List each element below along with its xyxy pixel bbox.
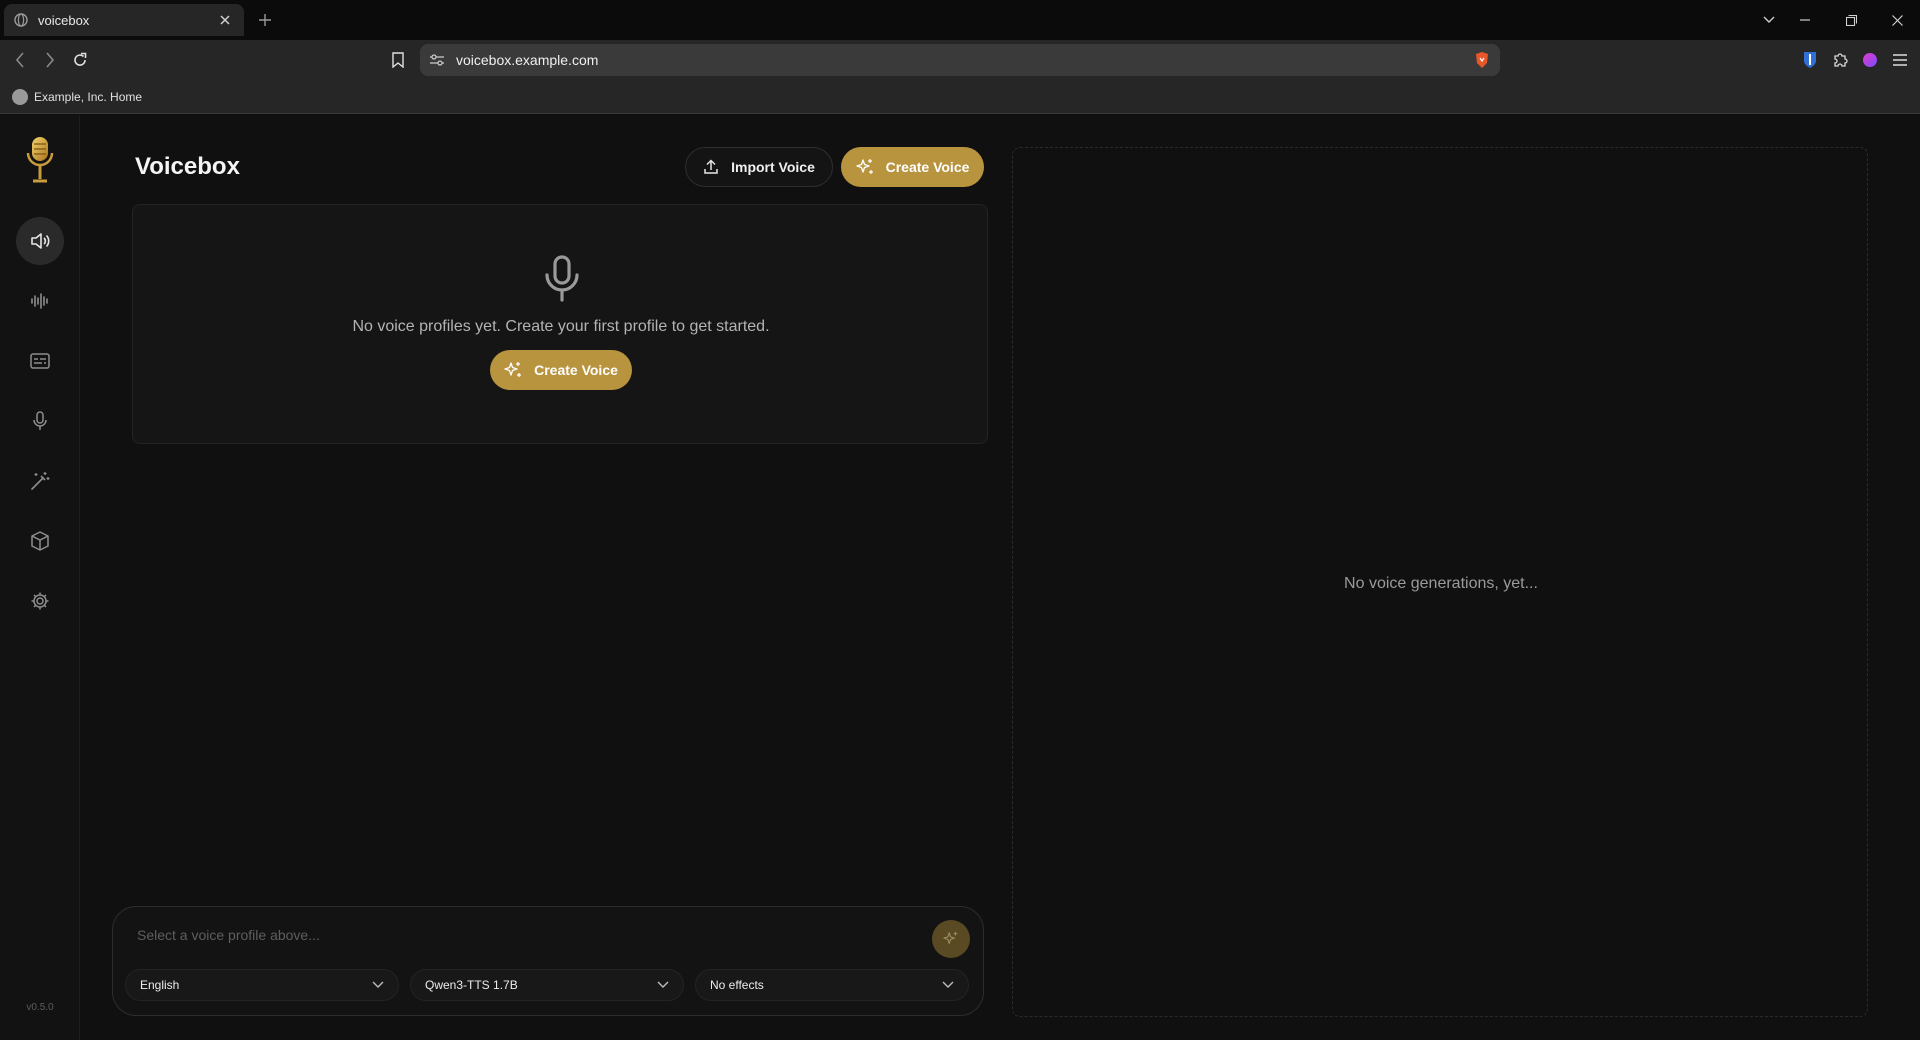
microphone-icon: [32, 411, 48, 431]
minimize-icon[interactable]: [1792, 8, 1818, 32]
sparkles-icon: [504, 361, 522, 379]
gear-icon: [30, 591, 50, 611]
import-voice-label: Import Voice: [731, 159, 815, 175]
effects-select[interactable]: No effects: [695, 969, 969, 1001]
create-voice-label: Create Voice: [885, 159, 970, 175]
new-tab-button[interactable]: [254, 9, 276, 31]
generation-composer: English Qwen3-TTS 1.7B No effects: [112, 906, 984, 1016]
reload-icon[interactable]: [68, 48, 92, 72]
chevron-down-icon: [372, 981, 384, 989]
browser-tabstrip: voicebox: [0, 0, 1920, 40]
create-voice-label: Create Voice: [534, 362, 618, 378]
bookmark-label: Example, Inc. Home: [34, 89, 143, 104]
restore-icon[interactable]: [1838, 8, 1864, 32]
import-voice-button[interactable]: Import Voice: [685, 147, 833, 187]
page-title: Voicebox: [135, 153, 240, 180]
sidebar-item-generations[interactable]: [16, 277, 64, 325]
extensions-puzzle-icon[interactable]: [1828, 48, 1852, 72]
globe-icon: [14, 13, 28, 27]
sidebar-item-models[interactable]: [16, 517, 64, 565]
model-value: Qwen3-TTS 1.7B: [425, 978, 518, 992]
back-icon[interactable]: [8, 48, 32, 72]
app-version: v0.5.0: [26, 1002, 54, 1013]
model-select[interactable]: Qwen3-TTS 1.7B: [410, 969, 684, 1001]
brave-shield-icon[interactable]: [1474, 51, 1490, 69]
profile-avatar-icon[interactable]: [1858, 48, 1882, 72]
bookmark-icon[interactable]: [386, 48, 410, 72]
bookmark-item[interactable]: Example, Inc. Home: [12, 88, 143, 105]
chevron-down-icon: [942, 981, 954, 989]
sparkles-icon: [943, 931, 959, 947]
create-voice-button[interactable]: Create Voice: [490, 350, 632, 390]
cube-icon: [31, 531, 49, 551]
browser-tab[interactable]: voicebox: [4, 4, 244, 36]
upload-icon: [703, 159, 719, 175]
sidebar-item-captions[interactable]: [16, 337, 64, 385]
browser-toolbar: voicebox.example.com: [0, 40, 1920, 80]
close-window-icon[interactable]: [1884, 8, 1910, 32]
voicebox-logo-icon: [22, 135, 58, 187]
bookmarks-bar: Example, Inc. Home: [0, 80, 1920, 114]
generations-panel: No voice generations, yet...: [1012, 147, 1868, 1017]
create-voice-button[interactable]: Create Voice: [841, 147, 984, 187]
language-select[interactable]: English: [125, 969, 399, 1001]
speaker-icon: [30, 232, 50, 250]
sidebar-item-voices[interactable]: [16, 217, 64, 265]
chevron-down-icon: [657, 981, 669, 989]
waveform-icon: [30, 292, 50, 310]
tab-title: voicebox: [38, 12, 90, 28]
empty-profiles-message: No voice profiles yet. Create your first…: [352, 318, 770, 335]
sidebar-item-record[interactable]: [16, 397, 64, 445]
voice-profiles-empty-card: No voice profiles yet. Create your first…: [132, 204, 988, 444]
sparkles-icon: [855, 158, 874, 176]
microphone-icon: [542, 255, 582, 303]
app-root: v0.5.0 Voicebox Import Voice Create Voic…: [0, 115, 1920, 1040]
forward-icon[interactable]: [38, 48, 62, 72]
address-bar[interactable]: voicebox.example.com: [420, 44, 1500, 76]
close-tab-icon[interactable]: [216, 11, 234, 29]
captions-icon: [30, 353, 50, 369]
tab-search-chevron-icon[interactable]: [1756, 8, 1782, 32]
text-prompt-input[interactable]: [137, 923, 917, 947]
language-value: English: [140, 978, 180, 992]
effects-value: No effects: [710, 978, 764, 992]
url-text: voicebox.example.com: [456, 52, 599, 68]
menu-icon[interactable]: [1888, 48, 1912, 72]
sidebar-item-settings[interactable]: [16, 577, 64, 625]
sidebar-item-effects[interactable]: [16, 457, 64, 505]
generate-button[interactable]: [932, 920, 970, 958]
bitwarden-icon[interactable]: [1798, 48, 1822, 72]
site-settings-icon[interactable]: [430, 54, 444, 66]
empty-generations-message: No voice generations, yet...: [1344, 575, 1538, 592]
bookmark-favicon-icon: [12, 88, 28, 105]
sidebar: v0.5.0: [0, 115, 80, 1040]
magic-wand-icon: [30, 471, 50, 491]
